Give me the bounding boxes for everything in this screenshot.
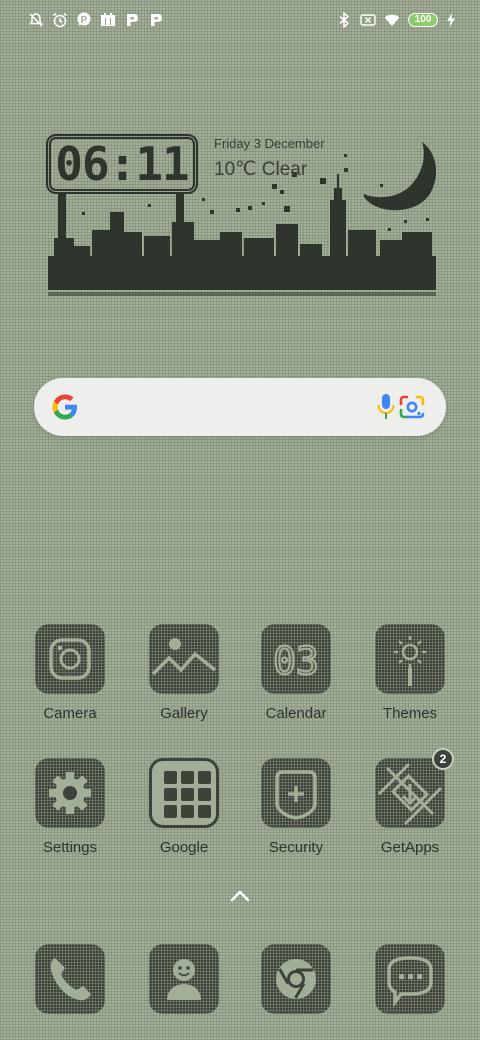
google-folder-icon [149,758,219,828]
app-label: Gallery [160,705,208,722]
google-search-bar[interactable] [34,378,446,436]
phone-icon [35,944,105,1014]
calendar-icon-text: 03 [273,639,319,683]
app-label: Google [159,839,209,856]
settings-gear-icon [35,758,105,828]
chevron-up-icon[interactable] [228,886,252,904]
bluetooth-icon [339,12,350,28]
clock-frame: 06:11 [46,134,198,194]
wifi-icon [384,14,400,26]
dock-contacts[interactable] [134,944,234,1014]
messages-icon [375,944,445,1014]
getapps-icon [375,758,445,828]
dock-phone[interactable] [20,944,120,1014]
parking-app-icon [127,14,138,26]
app-label: Camera [43,705,97,722]
camera-icon [35,624,105,694]
notification-badge: 2 [432,748,454,770]
clock-post-left [58,194,66,246]
parking-app-icon: P [77,12,91,26]
charging-icon [447,13,455,27]
parking-app-icon [151,14,162,26]
widget-date: Friday 3 December [214,136,325,151]
status-left-icons: P [28,12,164,28]
app-getapps[interactable]: 2 GetApps [360,748,460,856]
app-gallery[interactable]: Gallery [134,624,234,722]
google-lens-icon[interactable] [398,394,426,420]
alarm-icon [53,12,67,28]
no-sim-icon [360,14,376,26]
google-logo-icon [52,394,77,420]
calendar-grid-icon [101,13,115,26]
themes-icon [375,624,445,694]
app-label: GetApps [380,839,440,856]
status-bar: P 100 [0,0,480,42]
clock-time: 06:11 [55,137,189,191]
app-camera[interactable]: Camera [20,624,120,722]
clock-post-right [176,194,184,246]
contacts-icon [149,944,219,1014]
battery-indicator: 100 [408,13,438,27]
app-themes[interactable]: Themes [360,624,460,722]
gallery-icon [149,624,219,694]
app-security[interactable]: Security [246,758,346,856]
app-label: Calendar [265,705,327,722]
app-label: Settings [42,839,98,856]
app-calendar[interactable]: 03 Calendar [246,624,346,722]
chrome-icon [261,944,331,1014]
calendar-icon: 03 [261,624,331,694]
app-label: Security [268,839,324,856]
app-label: Themes [382,705,438,722]
app-google-folder[interactable]: Google [134,758,234,856]
status-right-icons: 100 [336,12,456,28]
app-settings[interactable]: Settings [20,758,120,856]
clock-weather-widget[interactable]: 06:11 Friday 3 December 10℃ Clear [44,128,440,304]
dock-chrome[interactable] [246,944,346,1014]
microphone-icon[interactable] [376,393,396,421]
notifications-off-icon [28,13,44,27]
dock-messages[interactable] [360,944,460,1014]
svg-text:P: P [81,15,88,26]
widget-weather: 10℃ Clear [214,159,308,180]
security-shield-icon [261,758,331,828]
